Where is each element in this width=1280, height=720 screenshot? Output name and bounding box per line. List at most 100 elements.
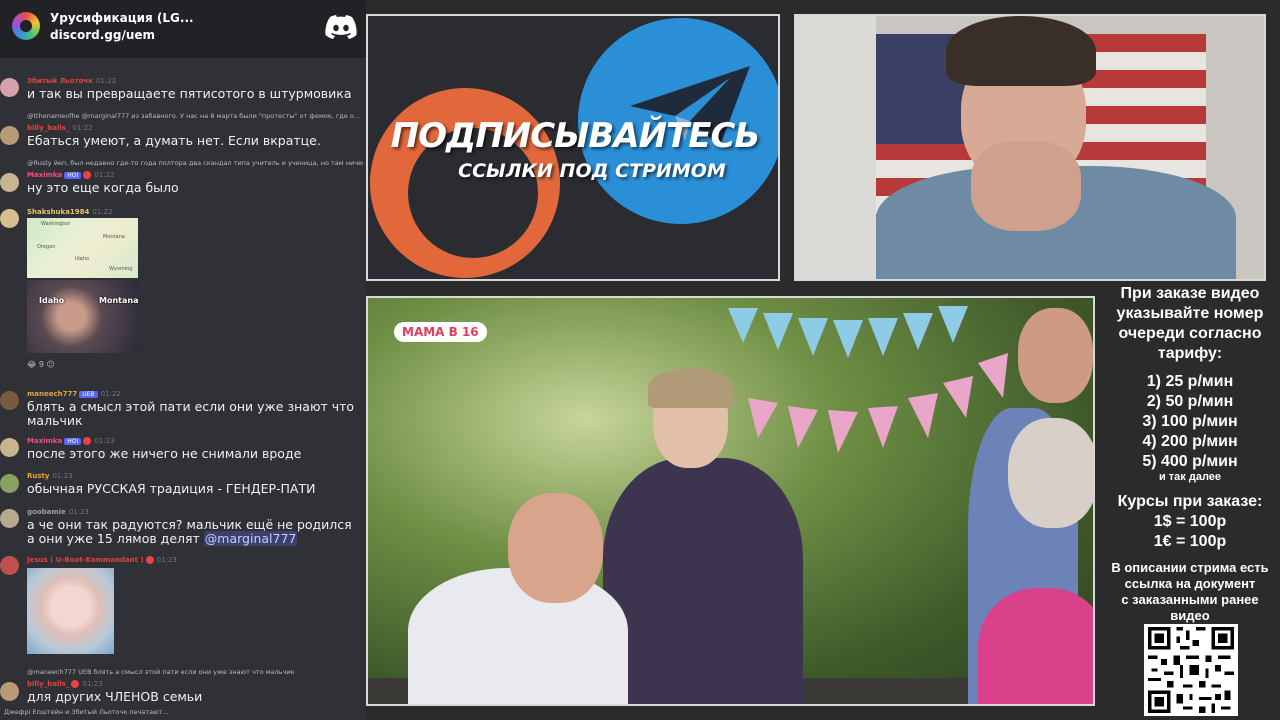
timestamp: 01:22 [95,77,117,85]
rate-item: 5) 400 р/мин [1142,453,1238,470]
rate-item: 2) 50 р/мин [1146,393,1234,410]
info-line: очереди согласно [1118,325,1262,342]
info-line: При заказе видео [1120,285,1260,302]
message-meta: Збитый Льоточк 01:22 [27,77,116,85]
message-meta: Maximka HOI 01:22 [27,171,114,179]
avatar [0,509,19,528]
username[interactable]: Збитый Льоточк [27,77,93,85]
map-label: Idaho [75,256,89,262]
girl-body [603,458,803,704]
status-dot-icon [71,680,80,688]
timestamp: 01:22 [94,171,115,179]
message-text: блять а смысл этой пати если они уже зна… [27,399,355,428]
man-body [408,568,628,704]
avatar [0,173,19,192]
avatar [0,391,19,410]
qr-code-icon[interactable] [1144,624,1238,716]
avatar [0,474,19,493]
message-text: после этого же ничего не снимали вроде [27,446,302,461]
username[interactable]: Maximka [27,437,62,445]
username[interactable]: maneech777 [27,390,77,398]
rate-item: 1) 25 р/мин [1146,373,1234,390]
banner-subtitle: ССЫЛКИ ПОД СТРИМОМ [458,160,726,182]
map-label: Washington [41,221,71,227]
photo-image-attachment[interactable]: Idaho Montana [27,280,138,353]
mention[interactable]: @marginal777 [203,531,298,546]
message-meta: goobamie 01:23 [27,508,89,516]
info-line: указывайте номер [1116,305,1264,322]
reply-preview[interactable]: @tthenameofhe @marginal777 из забавного.… [27,112,363,120]
discord-logo-icon [325,15,357,39]
reactions[interactable]: 😂 9 😐 [27,360,55,369]
status-dot-icon [145,556,154,564]
info-etc: и так далее [1158,471,1222,483]
message-meta: billy_balls_ 01:23 [27,680,103,688]
discord-chat-panel: Урусификация (LG... discord.gg/uem Збиты… [0,0,366,720]
message-text: Ебаться умеют, а думать нет. Если вкратц… [27,133,321,148]
message-text-body: а че они так радуются? мальчик ещё не ро… [27,517,352,546]
wall [796,16,876,279]
info-desc: видео [1170,608,1210,623]
subscribe-banner: ПОДПИСЫВАЙТЕСЬ ССЫЛКИ ПОД СТРИМОМ [366,14,780,281]
message-text: ну это еще когда было [27,180,179,195]
server-header[interactable]: Урусификация (LG... discord.gg/uem [0,0,366,58]
message-meta: Rusty 01:23 [27,472,73,480]
banner-title: ПОДПИСЫВАЙТЕСЬ [390,116,761,156]
timestamp: 01:22 [100,390,121,398]
girl-hair [648,368,733,408]
man-head [508,493,603,603]
status-dot-icon [83,437,92,445]
username[interactable]: goobamie [27,508,66,516]
main-video[interactable]: МАМА В 16 [366,296,1095,706]
old-man-head [1018,308,1093,403]
avatar [0,438,19,457]
photo-image-attachment[interactable] [27,568,114,654]
timestamp: 01:23 [82,680,103,688]
course-rate: 1€ = 100р [1153,533,1227,550]
message-meta: maneech777 UEB 01:22 [27,390,121,398]
message-text: а че они так радуются? мальчик ещё не ро… [27,518,363,546]
map-image-attachment[interactable]: Washington Montana Oregon Idaho Wyoming [27,218,138,278]
info-desc: ссылка на документ [1124,576,1256,591]
timestamp: 01:22 [92,208,113,216]
message-meta: billy_balls_ 01:22 [27,124,93,132]
username[interactable]: Jesus ( U-Boot-Kommandant ) [27,556,144,564]
avatar [0,556,19,575]
woman-body [978,588,1093,704]
streamer-hair [946,16,1096,86]
woman-head [1008,418,1093,528]
timestamp: 01:23 [94,437,115,445]
webcam-feed [794,14,1266,281]
message-text: для других ЧЛЕНОВ семьи [27,689,203,704]
message-text: обычная РУССКАЯ традиция - ГЕНДЕР-ПАТИ [27,481,316,496]
message-text: и так вы превращаете пятисотого в штурмо… [27,86,352,101]
map-label: Montana [103,234,125,240]
map-label: Wyoming [109,266,133,272]
order-info-panel: При заказе видео указывайте номер очеред… [1100,284,1280,720]
username[interactable]: billy_balls_ [27,124,69,132]
timestamp: 01:22 [72,124,93,132]
server-name: Урусификация (LG... [50,11,194,25]
rate-item: 4) 200 р/мин [1142,433,1238,450]
timestamp: 01:23 [52,472,73,480]
message-meta: Shakshuka1984 01:22 [27,208,113,216]
reply-preview[interactable]: @maneech777 UEB блять а смысл этой пати … [27,668,363,676]
status-dot-icon [83,171,92,179]
username[interactable]: billy_balls_ [27,680,69,688]
username[interactable]: Maximka [27,171,62,179]
show-badge: МАМА В 16 [394,322,487,342]
message-meta: Jesus ( U-Boot-Kommandant ) 01:23 [27,556,177,564]
info-desc: с заказанными ранее [1121,592,1259,607]
reply-preview[interactable]: @Rusty йеп, был недавно где-то года полт… [27,159,363,167]
avatar [0,682,19,701]
typing-indicator: Джефрі Епштейн и Збитый Льоточк печатают… [4,708,169,716]
server-invite[interactable]: discord.gg/uem [50,28,155,42]
timestamp: 01:23 [156,556,177,564]
rate-item: 3) 100 р/мин [1142,413,1238,430]
role-badge: HOI [64,438,82,445]
photo-label: Idaho [39,296,65,305]
username[interactable]: Shakshuka1984 [27,208,89,216]
username[interactable]: Rusty [27,472,49,480]
role-badge: HOI [64,172,82,179]
course-rate: 1$ = 100р [1153,513,1227,530]
